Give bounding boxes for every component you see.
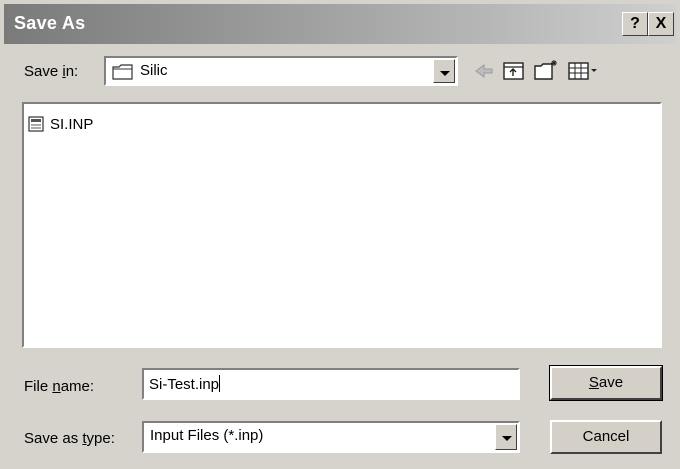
view-menu-icon[interactable] bbox=[566, 58, 600, 84]
save-as-type-value: Input Files (*.inp) bbox=[150, 427, 264, 444]
cancel-button[interactable]: Cancel bbox=[550, 420, 662, 454]
save-button[interactable]: Save bbox=[549, 365, 663, 401]
list-item[interactable]: SI.INP bbox=[28, 114, 93, 134]
save-as-type-dropdown[interactable]: Input Files (*.inp) bbox=[142, 421, 520, 453]
close-icon: X bbox=[655, 15, 667, 32]
back-icon[interactable] bbox=[470, 58, 498, 84]
file-name-field[interactable]: Si-Test.inp bbox=[142, 368, 520, 400]
title-bar[interactable]: Save As ? X bbox=[4, 4, 676, 44]
save-in-value: Silic bbox=[140, 62, 168, 79]
file-name-value: Si-Test.inp bbox=[149, 375, 221, 393]
folder-icon bbox=[112, 64, 133, 80]
chevron-down-icon[interactable] bbox=[495, 424, 517, 450]
save-in-label: Save in: bbox=[24, 63, 79, 80]
text-caret bbox=[219, 375, 221, 392]
save-as-dialog: Save As ? X Save in: Silic SI.INP File n… bbox=[0, 0, 680, 469]
up-folder-icon[interactable] bbox=[500, 58, 528, 84]
file-name-label: File name: bbox=[24, 378, 95, 395]
window-title: Save As bbox=[14, 13, 86, 33]
document-icon bbox=[28, 116, 44, 132]
chevron-down-icon[interactable] bbox=[433, 59, 455, 83]
file-name-label: SI.INP bbox=[50, 115, 94, 133]
help-button[interactable]: ? bbox=[622, 12, 648, 36]
file-list[interactable]: SI.INP bbox=[22, 102, 662, 348]
save-in-dropdown[interactable]: Silic bbox=[104, 56, 458, 86]
close-button[interactable]: X bbox=[648, 12, 674, 36]
new-folder-icon[interactable] bbox=[532, 58, 560, 84]
help-icon: ? bbox=[630, 15, 640, 32]
save-as-type-label: Save as type: bbox=[24, 430, 115, 447]
